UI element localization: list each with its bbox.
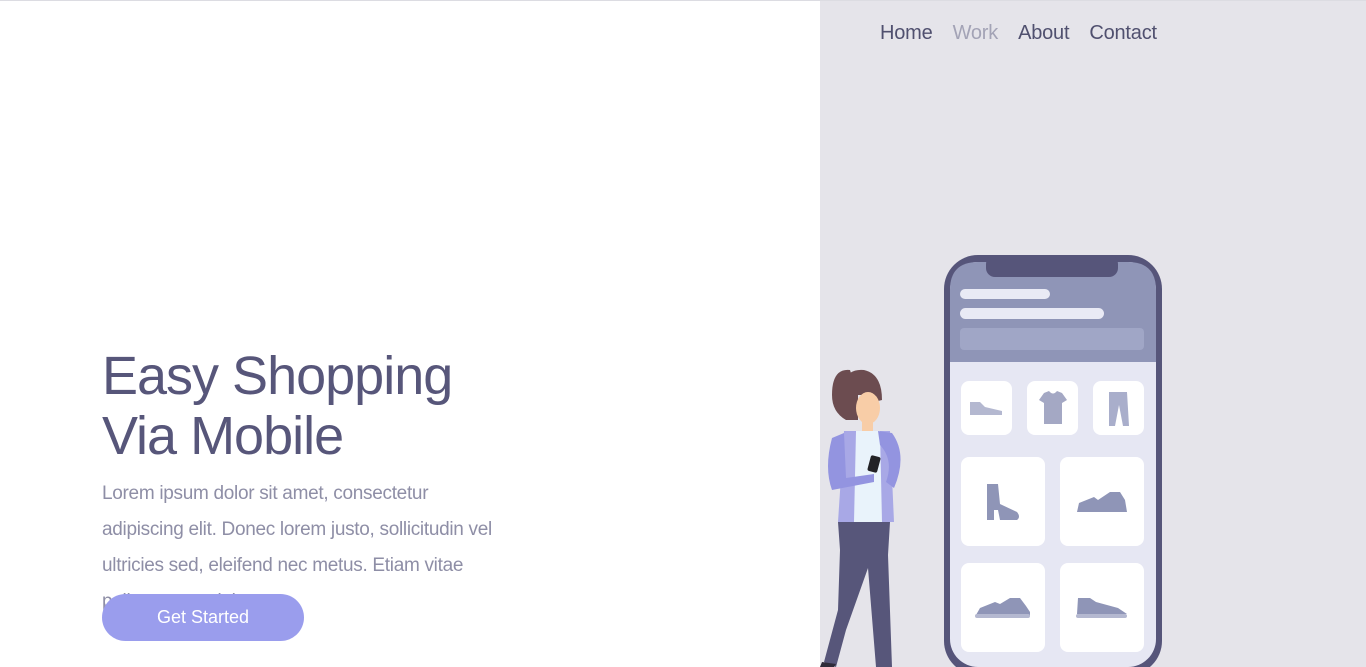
hero-title: Easy Shopping Via Mobile (102, 346, 453, 466)
main-nav: Home Work About Contact (880, 22, 1157, 45)
hero-title-line-1: Easy Shopping (102, 346, 453, 406)
nav-home-link[interactable]: Home (880, 22, 933, 45)
nav-contact-link[interactable]: Contact (1089, 22, 1157, 45)
get-started-button[interactable]: Get Started (102, 594, 304, 641)
shopping-illustration (820, 255, 1162, 667)
hero-title-line-2: Via Mobile (102, 406, 344, 466)
woman-figure (820, 369, 901, 667)
nav-about-link[interactable]: About (1018, 22, 1069, 45)
phone-illustration (944, 255, 1162, 667)
nav-work-link[interactable]: Work (953, 22, 999, 45)
